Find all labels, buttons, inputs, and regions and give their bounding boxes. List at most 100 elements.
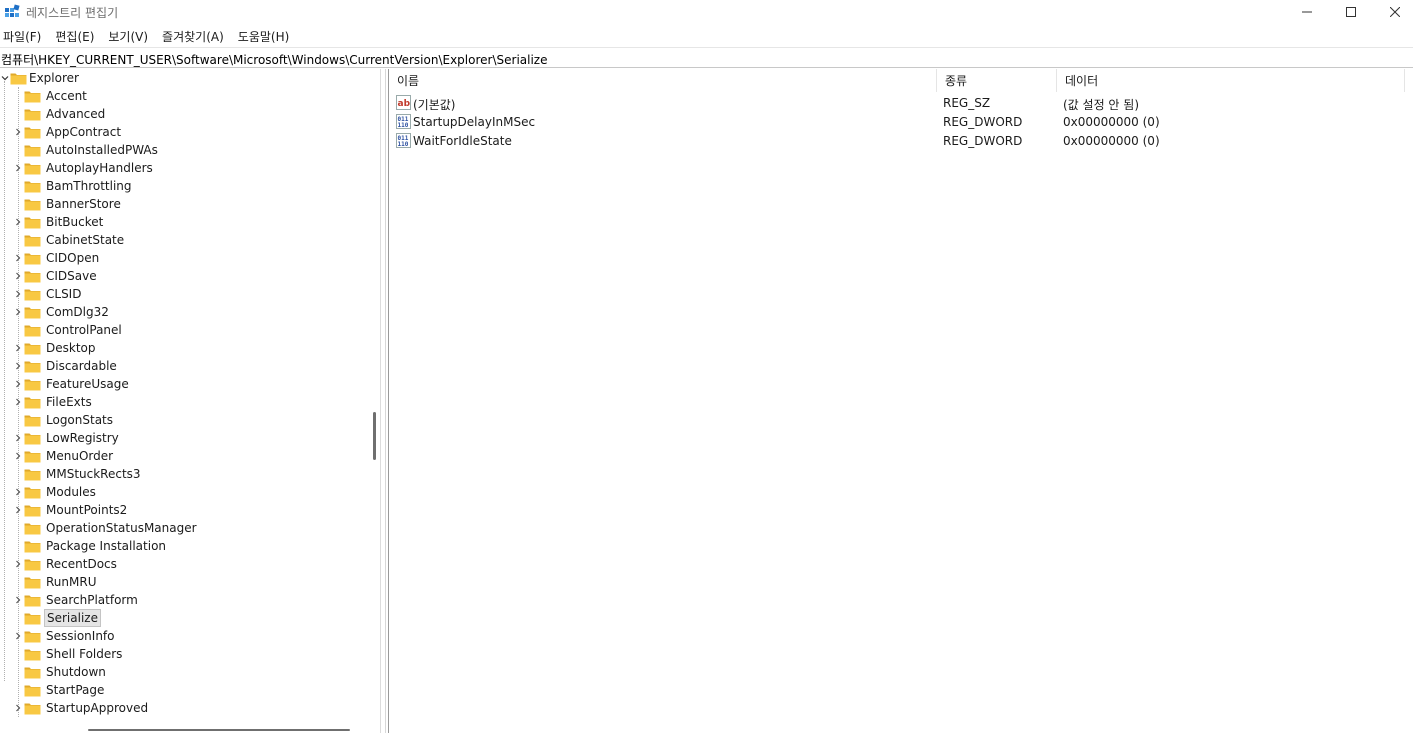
chevron-down-icon[interactable] <box>0 73 10 83</box>
tree-item[interactable]: AutoplayHandlers <box>13 159 155 177</box>
chevron-right-icon[interactable] <box>13 361 23 371</box>
chevron-right-icon[interactable] <box>13 451 23 461</box>
tree-item-label: Explorer <box>29 71 79 85</box>
tree-item[interactable]: Shell Folders <box>13 645 124 663</box>
tree-item-label: AutoplayHandlers <box>46 161 153 175</box>
chevron-right-icon[interactable] <box>13 559 23 569</box>
column-header-data[interactable]: 데이터 <box>1057 69 1405 92</box>
tree-item[interactable]: CabinetState <box>13 231 126 249</box>
menu-edit[interactable]: 편집(E) <box>47 26 100 46</box>
tree-item[interactable]: FeatureUsage <box>13 375 131 393</box>
svg-text:ab: ab <box>398 99 411 109</box>
value-row[interactable]: 011 110 StartupDelayInMSec REG_DWORD 0x00000… <box>389 113 1405 132</box>
tree-item-label: SearchPlatform <box>46 593 138 607</box>
chevron-right-icon[interactable] <box>13 271 23 281</box>
tree-item[interactable]: SearchPlatform <box>13 591 140 609</box>
tree-item[interactable]: RecentDocs <box>13 555 119 573</box>
column-header-type[interactable]: 종류 <box>937 69 1057 92</box>
chevron-right-icon[interactable] <box>13 487 23 497</box>
tree-item[interactable]: MountPoints2 <box>13 501 129 519</box>
tree-item[interactable]: StartupApproved <box>13 699 150 717</box>
tree-item[interactable]: BannerStore <box>13 195 123 213</box>
chevron-right-icon[interactable] <box>13 505 23 515</box>
value-type: REG_DWORD <box>943 115 1023 129</box>
tree-item[interactable]: MenuOrder <box>13 447 115 465</box>
chevron-right-icon[interactable] <box>13 307 23 317</box>
address-path[interactable]: 컴퓨터\HKEY_CURRENT_USER\Software\Microsoft… <box>1 51 547 68</box>
menu-help[interactable]: 도움말(H) <box>230 26 296 46</box>
chevron-right-icon[interactable] <box>13 253 23 263</box>
folder-icon <box>24 522 41 535</box>
tree-item[interactable]: BitBucket <box>13 213 105 231</box>
value-row[interactable]: 011 110 WaitForIdleState REG_DWORD 0x0000000… <box>389 132 1405 151</box>
minimize-button[interactable] <box>1284 0 1330 24</box>
tree-item-label: BamThrottling <box>46 179 132 193</box>
tree-item-label: AppContract <box>46 125 122 139</box>
tree-item-explorer[interactable]: Explorer <box>0 69 81 87</box>
close-button[interactable] <box>1372 0 1413 24</box>
folder-icon <box>24 216 41 229</box>
chevron-right-icon[interactable] <box>13 379 23 389</box>
tree-item[interactable]: Advanced <box>13 105 107 123</box>
tree-item[interactable]: BamThrottling <box>13 177 134 195</box>
chevron-right-icon[interactable] <box>13 127 23 137</box>
tree-item[interactable]: Desktop <box>13 339 98 357</box>
tree-item-label: LogonStats <box>46 413 114 427</box>
chevron-right-icon[interactable] <box>13 631 23 641</box>
tree-item[interactable]: OperationStatusManager <box>13 519 199 537</box>
tree-item[interactable]: RunMRU <box>13 573 98 591</box>
chevron-right-icon[interactable] <box>13 703 23 713</box>
column-header-name[interactable]: 이름 <box>389 69 937 92</box>
tree-item[interactable]: AutoInstalledPWAs <box>13 141 160 159</box>
tree-item[interactable]: AppContract <box>13 123 123 141</box>
tree-item[interactable]: Discardable <box>13 357 119 375</box>
maximize-button[interactable] <box>1328 0 1374 24</box>
folder-icon <box>24 504 41 517</box>
binary-value-icon: 011 110 <box>396 114 411 129</box>
folder-icon <box>24 702 41 715</box>
tree-item[interactable]: CIDOpen <box>13 249 101 267</box>
value-list[interactable]: 이름 종류 데이터 ab (기본값) REG_SZ (값 설정 안 됨) 011 110 S… <box>389 69 1413 733</box>
tree-item[interactable]: Package Installation <box>13 537 168 555</box>
tree-item[interactable]: LowRegistry <box>13 429 121 447</box>
tree-item[interactable]: MMStuckRects3 <box>13 465 143 483</box>
tree-horizontal-scrollbar[interactable] <box>88 729 350 731</box>
menu-favorites[interactable]: 즐겨찾기(A) <box>154 26 230 46</box>
tree-item[interactable]: Shutdown <box>13 663 108 681</box>
chevron-right-icon[interactable] <box>13 433 23 443</box>
value-name: WaitForIdleState <box>413 134 512 148</box>
tree-vertical-scrollbar[interactable] <box>373 412 376 460</box>
tree-item[interactable]: CIDSave <box>13 267 99 285</box>
folder-icon <box>24 342 41 355</box>
value-row[interactable]: ab (기본값) REG_SZ (값 설정 안 됨) <box>389 94 1405 113</box>
tree-item[interactable]: Serialize <box>13 609 101 627</box>
chevron-right-icon[interactable] <box>13 217 23 227</box>
chevron-right-icon[interactable] <box>13 163 23 173</box>
tree-item[interactable]: Modules <box>13 483 98 501</box>
tree-item[interactable]: StartPage <box>13 681 106 699</box>
folder-icon <box>24 90 41 103</box>
tree-item[interactable]: SessionInfo <box>13 627 117 645</box>
menu-file[interactable]: 파일(F) <box>0 26 47 46</box>
tree-item[interactable]: CLSID <box>13 285 83 303</box>
tree-item-label: CIDOpen <box>46 251 100 265</box>
address-bar[interactable]: 컴퓨터\HKEY_CURRENT_USER\Software\Microsoft… <box>0 47 1413 68</box>
tree-item[interactable]: LogonStats <box>13 411 115 429</box>
menu-view[interactable]: 보기(V) <box>100 26 154 46</box>
chevron-right-icon[interactable] <box>13 289 23 299</box>
chevron-right-icon[interactable] <box>13 397 23 407</box>
tree-item[interactable]: Accent <box>13 87 89 105</box>
chevron-right-icon[interactable] <box>13 595 23 605</box>
tree-item-label: StartupApproved <box>46 701 149 715</box>
tree-item[interactable]: ComDlg32 <box>13 303 111 321</box>
value-name: StartupDelayInMSec <box>413 115 536 129</box>
key-tree[interactable]: Explorer Accent Advanced AppContract AutoIn… <box>0 69 381 733</box>
value-type: REG_DWORD <box>943 134 1023 148</box>
chevron-right-icon[interactable] <box>13 343 23 353</box>
tree-item[interactable]: FileExts <box>13 393 94 411</box>
tree-item[interactable]: ControlPanel <box>13 321 124 339</box>
